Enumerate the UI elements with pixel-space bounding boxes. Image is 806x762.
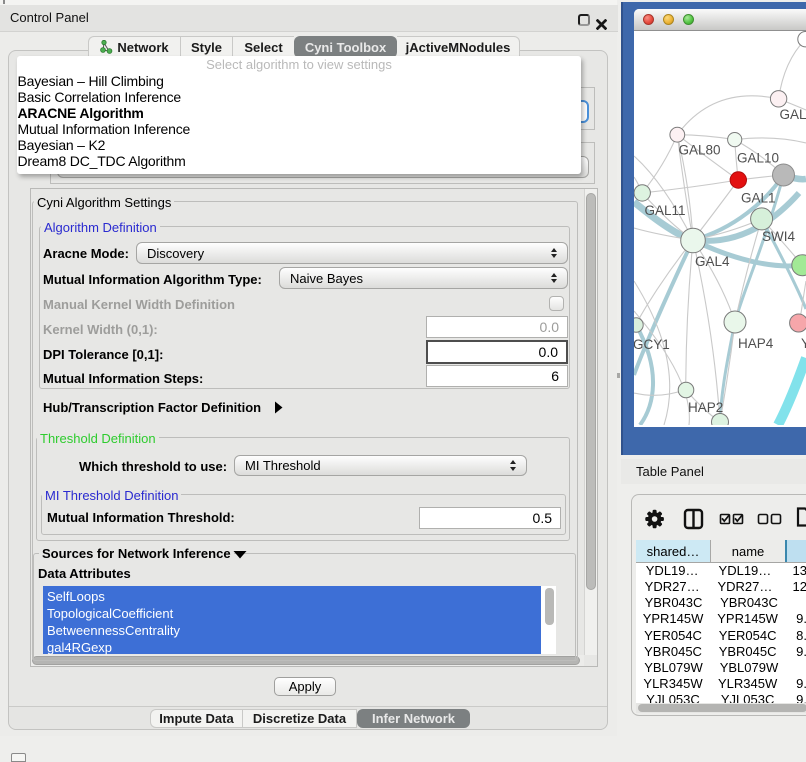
svg-text:HAP4: HAP4 — [738, 336, 774, 351]
svg-text:GAL1: GAL1 — [741, 191, 776, 206]
svg-text:SWI4: SWI4 — [762, 229, 795, 244]
svg-text:Y: Y — [801, 336, 806, 351]
svg-text:GAL80: GAL80 — [679, 143, 721, 158]
svg-text:GCY1: GCY1 — [634, 337, 670, 352]
svg-text:GAL: GAL — [780, 107, 806, 122]
svg-text:HAP2: HAP2 — [688, 400, 723, 415]
svg-text:GAL4: GAL4 — [695, 254, 730, 269]
svg-text:GAL10: GAL10 — [737, 151, 779, 166]
svg-text:GAL11: GAL11 — [645, 203, 686, 218]
